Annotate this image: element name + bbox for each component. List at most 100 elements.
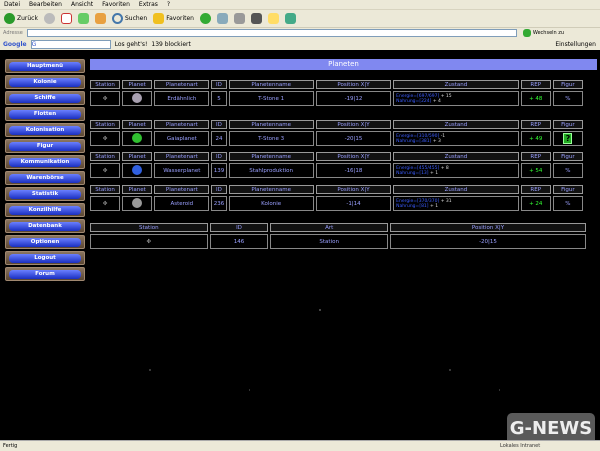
favorites-button[interactable]: Favoriten: [153, 13, 194, 24]
figur-text: %: [565, 167, 571, 174]
planet-type: Gaiaplanet: [154, 131, 210, 146]
edit-icon[interactable]: [250, 13, 262, 24]
energie-delta: + 8: [440, 165, 449, 171]
planet-icon[interactable]: [122, 196, 153, 211]
station-icon[interactable]: ✢: [90, 131, 121, 146]
figure-icon: ?: [563, 133, 573, 144]
nav-button-7[interactable]: Warenbörse: [5, 171, 85, 185]
planet-icon[interactable]: [122, 163, 153, 178]
col-header: Station: [90, 152, 121, 161]
col-header: Position X|Y: [315, 152, 392, 161]
nahrung-delta: + 4: [432, 98, 441, 104]
planet-name[interactable]: T-Stone 1: [228, 91, 314, 106]
google-search-input[interactable]: G: [30, 39, 111, 49]
menu-datei[interactable]: Datei: [4, 1, 20, 8]
menu-favoriten[interactable]: Favoriten: [102, 1, 130, 8]
menu-bearbeiten[interactable]: Bearbeiten: [29, 1, 62, 8]
nav-button-8[interactable]: Statistik: [5, 187, 85, 201]
planet-table: Station Planet Planetenart ID Planetenname Po…: [88, 183, 585, 213]
nav-label: Kolonisation: [9, 126, 81, 135]
planet-name[interactable]: Kolonie: [228, 196, 314, 211]
nav-button-6[interactable]: Kommunikation: [5, 155, 85, 169]
stop-icon[interactable]: [60, 13, 72, 24]
nahrung-delta: + 3: [432, 138, 441, 144]
zone-text: Lokales Intranet: [500, 443, 541, 449]
back-arrow-icon: [4, 13, 15, 24]
col-header: Position X|Y: [315, 80, 392, 89]
nav-button-3[interactable]: Flotten: [5, 107, 85, 121]
figur-text: %: [565, 200, 571, 207]
google-go-button[interactable]: Los geht's!: [115, 41, 148, 48]
address-label: Adresse: [3, 30, 23, 36]
planet-position: -16|18: [315, 163, 392, 178]
address-input[interactable]: [26, 29, 517, 37]
col-header: Station: [90, 185, 121, 194]
nahrung: Nahrung=[81]: [396, 203, 429, 209]
menu-ansicht[interactable]: Ansicht: [71, 1, 93, 8]
col-header: ID: [211, 152, 227, 161]
planet-figur[interactable]: %: [552, 163, 583, 178]
nav-button-10[interactable]: Datenbank: [5, 219, 85, 233]
planet-position: -20|15: [315, 131, 392, 146]
col-art: Art: [270, 223, 388, 232]
planet-figur[interactable]: %: [552, 196, 583, 211]
planet-figur[interactable]: %: [552, 91, 583, 106]
search-button[interactable]: Suchen: [111, 13, 147, 24]
nav-button-13[interactable]: Forum: [5, 267, 85, 281]
game-page: Hauptmenü Kolonie Schiffe Flotten Kolonisati…: [0, 50, 600, 445]
nav-label: Hauptmenü: [9, 62, 81, 71]
planet-icon[interactable]: [122, 91, 153, 106]
print-icon[interactable]: [233, 13, 245, 24]
planet-name[interactable]: T-Stone 3: [228, 131, 314, 146]
nav-button-1[interactable]: Kolonie: [5, 75, 85, 89]
popup-blocked-button[interactable]: 139 blockiert: [151, 41, 190, 48]
nav-button-5[interactable]: Figur: [5, 139, 85, 153]
station-id: 146: [209, 234, 269, 249]
nav-button-0[interactable]: Hauptmenü: [5, 59, 85, 73]
settings-button[interactable]: Einstellungen: [555, 41, 596, 48]
messenger-icon[interactable]: [284, 13, 296, 24]
nav-button-12[interactable]: Logout: [5, 251, 85, 265]
nav-button-9[interactable]: Konzilhilfe: [5, 203, 85, 217]
station-icon[interactable]: ✢: [90, 234, 208, 249]
planet-figur[interactable]: ?: [552, 131, 583, 146]
refresh-icon[interactable]: [77, 13, 89, 24]
planet-table: Station Planet Planetenart ID Planetenname Po…: [88, 118, 585, 148]
nav-label: Schiffe: [9, 94, 81, 103]
mail-icon[interactable]: [216, 13, 228, 24]
table-row: ✢ Asteroid 236 Kolonie -1|14 Energie=[37…: [90, 196, 583, 211]
planet-id: 5: [211, 91, 227, 106]
planet-rep: + 48: [520, 91, 551, 106]
menu-extras[interactable]: Extras: [139, 1, 158, 8]
col-header: Planet: [122, 185, 153, 194]
history-icon[interactable]: [199, 13, 211, 24]
nav-label: Warenbörse: [9, 174, 81, 183]
figur-text: %: [565, 95, 571, 102]
col-header: Zustand: [393, 152, 519, 161]
notes-icon[interactable]: [267, 13, 279, 24]
planet-status: Energie=[370/370] + 31 Nahrung=[81] + 1: [393, 196, 519, 211]
station-icon[interactable]: ✢: [90, 91, 121, 106]
go-button[interactable]: Wechseln zu: [522, 29, 564, 37]
table-row: ✢ Gaiaplanet 24 T-Stone 3 -20|15 Energie…: [90, 131, 583, 146]
nav-button-2[interactable]: Schiffe: [5, 91, 85, 105]
nav-button-11[interactable]: Optionen: [5, 235, 85, 249]
planet-rep: + 24: [520, 196, 551, 211]
col-header: Zustand: [393, 120, 519, 129]
home-icon[interactable]: [94, 13, 106, 24]
station-icon[interactable]: ✢: [90, 163, 121, 178]
station-icon[interactable]: ✢: [90, 196, 121, 211]
planet-name[interactable]: Stahlproduktion: [228, 163, 314, 178]
back-button[interactable]: Zurück: [4, 13, 38, 24]
col-header: Planet: [122, 80, 153, 89]
col-header: Planetenname: [228, 80, 314, 89]
station-table: Station ID Art Position X|Y ✢ 146 Station -20|…: [88, 221, 588, 251]
nav-button-4[interactable]: Kolonisation: [5, 123, 85, 137]
forward-icon[interactable]: [43, 13, 55, 24]
col-header: Planetenart: [154, 152, 210, 161]
menu-help[interactable]: ?: [167, 1, 170, 8]
nahrung: Nahrung=[13]: [396, 170, 429, 176]
nav-label: Figur: [9, 142, 81, 151]
planet-icon[interactable]: [122, 131, 153, 146]
planet-position: -1|14: [315, 196, 392, 211]
